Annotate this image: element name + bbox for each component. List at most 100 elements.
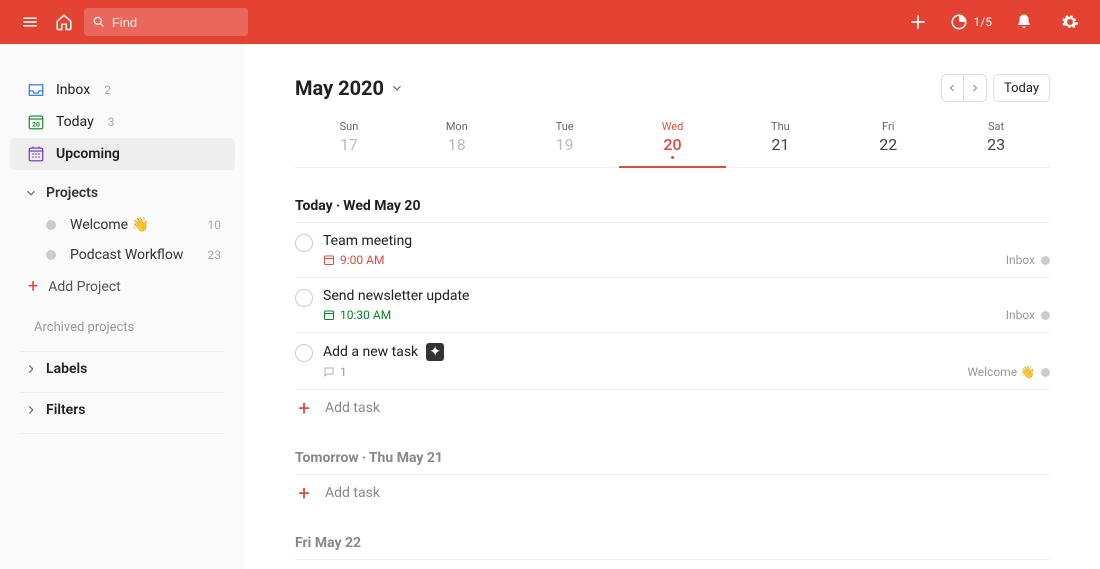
projects-label: Projects	[46, 185, 98, 201]
day-col-thu[interactable]: Thu 21	[726, 120, 834, 167]
comment-count: 1	[340, 365, 347, 379]
comment-icon	[323, 366, 335, 378]
inbox-count: 2	[104, 83, 111, 97]
prev-week-button[interactable]	[942, 75, 964, 101]
today-button-label: Today	[1004, 81, 1039, 96]
day-col-fri[interactable]: Fri 22	[834, 120, 942, 167]
upcoming-icon	[26, 144, 46, 164]
task-schedule: 9:00 AM	[323, 253, 1050, 267]
task-project-tag[interactable]: Inbox	[1006, 253, 1050, 267]
productivity-button[interactable]: 1/5	[950, 13, 992, 31]
plus-icon	[908, 12, 928, 32]
task-title-text: Add a new task	[323, 344, 418, 360]
calendar-icon	[323, 309, 335, 321]
project-bullet-icon	[1041, 256, 1050, 265]
add-task-label: Add task	[325, 400, 380, 416]
day-num: 22	[834, 135, 942, 154]
task-checkbox[interactable]	[295, 234, 313, 252]
day-name: Sun	[295, 120, 403, 133]
sidebar-item-inbox[interactable]: Inbox 2	[10, 74, 235, 106]
task-project-tag[interactable]: Inbox	[1006, 308, 1050, 322]
day-num: 21	[726, 135, 834, 154]
task-time: 10:30 AM	[340, 308, 391, 322]
day-num: 20	[619, 135, 727, 154]
chevron-down-icon	[24, 186, 38, 200]
flag-icon: ✦	[426, 343, 444, 361]
day-num: 18	[403, 135, 511, 154]
project-item-welcome[interactable]: Welcome 👋 10	[10, 210, 235, 240]
task-tag-label: Inbox	[1006, 253, 1035, 267]
task-title: Send newsletter update	[323, 288, 1050, 304]
task-project-tag[interactable]: Welcome 👋	[967, 365, 1050, 379]
task-checkbox[interactable]	[295, 289, 313, 307]
filters-section-header[interactable]: Filters	[10, 393, 235, 427]
day-num: 17	[295, 135, 403, 154]
today-count: 3	[108, 115, 115, 129]
menu-button[interactable]	[16, 8, 44, 36]
project-item-podcast[interactable]: Podcast Workflow 23	[10, 240, 235, 270]
projects-section-header[interactable]: Projects	[10, 176, 235, 210]
settings-button[interactable]	[1056, 8, 1084, 36]
content-area: May 2020 Today Sun	[245, 44, 1100, 569]
week-strip: Sun 17 Mon 18 Tue 19 Wed 20 Thu 21 Fri	[295, 120, 1050, 168]
task-schedule: 10:30 AM	[323, 308, 1050, 322]
home-icon	[55, 13, 73, 31]
add-task-label: Add task	[325, 485, 380, 501]
add-project-label: Add Project	[48, 279, 121, 295]
project-count: 10	[208, 218, 222, 232]
archived-projects-link[interactable]: Archived projects	[0, 302, 245, 345]
add-project-button[interactable]: + Add Project	[10, 272, 235, 302]
divider	[20, 433, 225, 434]
task-list-friday: + Add task	[295, 559, 1050, 569]
today-button[interactable]: Today	[993, 74, 1050, 102]
quick-add-button[interactable]	[904, 8, 932, 36]
day-col-tue[interactable]: Tue 19	[511, 120, 619, 167]
day-name: Tue	[511, 120, 619, 133]
calendar-icon	[323, 254, 335, 266]
project-bullet-icon	[1041, 368, 1050, 377]
task-checkbox[interactable]	[295, 344, 313, 362]
day-name: Wed	[619, 120, 727, 133]
project-label: Welcome 👋	[70, 217, 149, 233]
today-icon: 20	[26, 112, 46, 132]
task-item[interactable]: Send newsletter update 10:30 AM Inbox	[295, 278, 1050, 333]
day-num: 19	[511, 135, 619, 154]
day-col-mon[interactable]: Mon 18	[403, 120, 511, 167]
project-bullet-icon	[1041, 311, 1050, 320]
gear-icon	[1061, 13, 1079, 31]
sidebar-item-upcoming[interactable]: Upcoming	[10, 138, 235, 170]
day-col-wed[interactable]: Wed 20	[619, 120, 727, 167]
add-task-button[interactable]: + Add task	[295, 475, 1050, 511]
week-pager	[941, 74, 987, 102]
project-bullet	[46, 220, 56, 230]
notifications-button[interactable]	[1010, 8, 1038, 36]
sidebar-item-today[interactable]: 20 Today 3	[10, 106, 235, 138]
topbar: 1/5	[0, 0, 1100, 44]
plus-icon: +	[295, 401, 313, 415]
task-comments: 1	[323, 365, 1050, 379]
search-input[interactable]	[112, 15, 240, 30]
task-tag-label: Inbox	[1006, 308, 1035, 322]
chevron-down-icon	[390, 81, 404, 95]
task-title: Team meeting	[323, 233, 1050, 249]
month-title-text: May 2020	[295, 76, 384, 100]
labels-section-header[interactable]: Labels	[10, 352, 235, 386]
day-name: Fri	[834, 120, 942, 133]
add-task-button[interactable]: + Add task	[295, 390, 1050, 426]
task-item[interactable]: Team meeting 9:00 AM Inbox	[295, 223, 1050, 278]
section-heading-today: Today ‧ Wed May 20	[295, 198, 1050, 214]
section-heading-tomorrow: Tomorrow ‧ Thu May 21	[295, 450, 1050, 466]
day-name: Mon	[403, 120, 511, 133]
svg-text:20: 20	[32, 121, 40, 129]
filters-label: Filters	[46, 402, 85, 418]
home-button[interactable]	[50, 8, 78, 36]
day-col-sun[interactable]: Sun 17	[295, 120, 403, 167]
month-picker[interactable]: May 2020	[295, 76, 404, 100]
productivity-icon	[950, 13, 968, 31]
labels-label: Labels	[46, 361, 87, 377]
task-item[interactable]: Add a new task ✦ 1 Welcome 👋	[295, 333, 1050, 390]
search-box[interactable]	[84, 8, 248, 36]
day-col-sat[interactable]: Sat 23	[942, 120, 1050, 167]
add-task-button[interactable]: + Add task	[295, 560, 1050, 569]
next-week-button[interactable]	[964, 75, 986, 101]
